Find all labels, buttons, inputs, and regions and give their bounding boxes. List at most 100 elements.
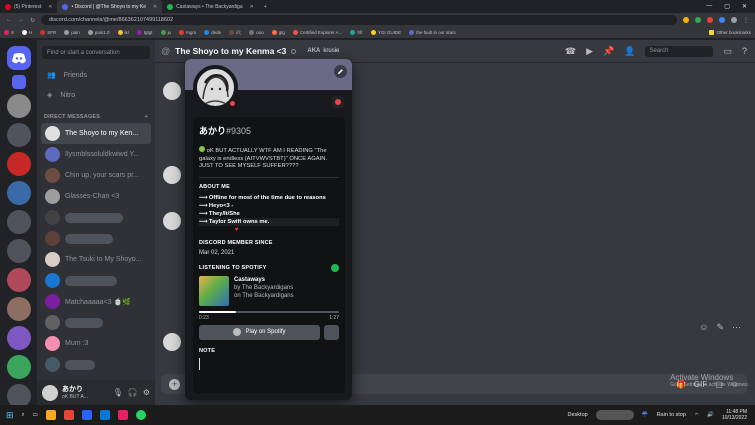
extension-icon[interactable] [695,17,701,23]
microphone-icon[interactable]: 🎙 [113,388,123,397]
extension-icon[interactable] [707,17,713,23]
call-icon[interactable]: ☎ [565,46,576,57]
dm-item[interactable] [41,270,151,291]
server-icon[interactable] [6,94,31,118]
dm-item[interactable]: Glasses-Chan <3 [41,186,151,207]
upload-icon[interactable]: + [169,378,180,390]
pin-icon[interactable]: 📌 [603,46,614,57]
search-input[interactable]: Search [645,45,714,57]
server-icon[interactable] [6,355,31,379]
bookmark[interactable]: ooo [249,30,264,35]
server-icon[interactable] [6,268,31,292]
chrome-icon[interactable] [63,410,74,420]
maximize-icon[interactable]: ▢ [724,3,730,10]
play-on-spotify-button[interactable]: Play on Spotify [199,324,320,340]
bookmark[interactable]: ju [160,30,171,35]
dm-item[interactable] [41,312,151,333]
back-icon[interactable]: ← [6,17,12,23]
tab-pinterest[interactable]: (5) Pinterest ✕ [0,0,57,13]
profile-username[interactable]: あかり#9305 [199,124,339,137]
minimize-icon[interactable]: — [706,3,712,10]
server-icon[interactable] [11,75,26,89]
bookmark[interactable]: tgtgt [136,30,153,35]
bookmark[interactable]: S [4,30,14,35]
task-view-icon[interactable]: ▭ [33,412,38,418]
message-avatar[interactable] [163,212,181,230]
nav-nitro[interactable]: ◈ Nitro [37,85,155,105]
server-icon[interactable] [6,152,31,176]
headphones-icon[interactable]: 🎧 [128,388,138,397]
weather-label[interactable]: Rain to stop [657,412,686,418]
bookmark[interactable]: pain1.0 [87,30,110,35]
close-tab-icon[interactable]: ✕ [153,4,157,10]
server-icon[interactable] [6,181,31,205]
server-icon[interactable] [6,123,31,147]
dm-item[interactable] [41,354,151,375]
settings-icon[interactable]: ⚙ [143,388,150,397]
dm-item[interactable]: The Shoyo to my Ken... [41,123,151,144]
reload-icon[interactable]: ↻ [30,17,35,24]
edit-profile-icon[interactable] [334,65,347,78]
close-window-icon[interactable]: ✕ [742,3,747,10]
clock[interactable]: 11:48 PM 10/13/2022 [722,409,747,421]
desktop-label[interactable]: Desktop [568,412,588,418]
message-avatar[interactable] [163,333,181,351]
forward-icon[interactable]: → [18,17,24,23]
dm-item[interactable] [41,228,151,249]
inbox-icon[interactable]: ▭ [723,46,732,57]
edge-icon[interactable] [99,410,110,420]
other-bookmarks[interactable]: Other bookmarks [709,30,751,35]
url-input[interactable]: discord.com/channels/@me/866362107499118… [41,15,677,25]
help-icon[interactable]: ? [742,46,747,56]
track-artist[interactable]: by The Backyardigans [234,284,294,292]
hypesquad-badge-icon[interactable] [332,96,344,108]
close-tab-icon[interactable]: ✕ [250,4,254,10]
dm-item[interactable]: Matchaaaaa<3 🍵🌿 [41,291,151,312]
bookmark[interactable]: ikl [117,30,129,35]
bookmark[interactable]: SFR [40,30,56,35]
bookmark[interactable]: the fault in our stars [409,30,456,35]
bookmark[interactable]: Certified Explorer A... [292,30,342,35]
extension-icon[interactable] [683,17,689,23]
menu-icon[interactable]: ⋮ [743,17,749,24]
server-icon[interactable] [6,326,31,350]
video-icon[interactable]: ▶ [586,46,593,57]
new-tab-button[interactable]: + [259,0,272,13]
file-explorer-icon[interactable] [45,410,56,420]
server-icon[interactable] [6,297,31,321]
message-avatar[interactable] [163,82,181,100]
wifi-icon[interactable]: ⌔ [694,412,699,419]
volume-icon[interactable]: 🔊 [707,412,714,418]
album-cover[interactable] [199,275,229,306]
tab-spotify[interactable]: Castaways • The Backyardiga ✕ [162,0,259,13]
bookmark[interactable]: H [22,30,32,35]
bookmark[interactable]: ///; [229,30,241,35]
edit-icon[interactable]: ✎ [716,322,724,333]
user-avatar[interactable] [42,384,58,401]
profile-icon[interactable] [731,17,737,23]
add-friend-icon[interactable]: 👤 [624,46,635,57]
nav-friends[interactable]: 👥 Friends [37,65,155,85]
windows-start-icon[interactable]: ⊞ [6,410,14,421]
dm-item[interactable]: The Tsuki to My Shoyo... [41,249,151,270]
word-icon[interactable] [81,410,92,420]
bookmark[interactable]: pain [64,30,80,35]
more-icon[interactable]: ⋯ [732,322,741,333]
app-icon[interactable] [117,410,128,420]
track-album[interactable]: on The Backyardigans [234,292,294,300]
add-reaction-icon[interactable]: ☺ [699,322,708,333]
dm-item[interactable]: Mum :3 [41,333,151,354]
tab-discord[interactable]: • Discord | @The Shoyo to my Ke ✕ [57,0,163,13]
home-button[interactable] [6,46,31,70]
bookmark[interactable]: dede [204,30,221,35]
listen-along-button[interactable] [324,324,339,340]
message-avatar[interactable] [163,166,181,184]
dm-item[interactable] [41,207,151,228]
close-tab-icon[interactable]: ✕ [48,4,52,10]
create-dm-button[interactable]: + [145,114,148,120]
whatsapp-icon[interactable] [135,410,146,420]
server-icon[interactable] [6,210,31,234]
dm-search-input[interactable]: Find or start a conversation [42,46,150,59]
note-input[interactable] [199,357,339,370]
track-title[interactable]: Castaways [234,276,294,284]
